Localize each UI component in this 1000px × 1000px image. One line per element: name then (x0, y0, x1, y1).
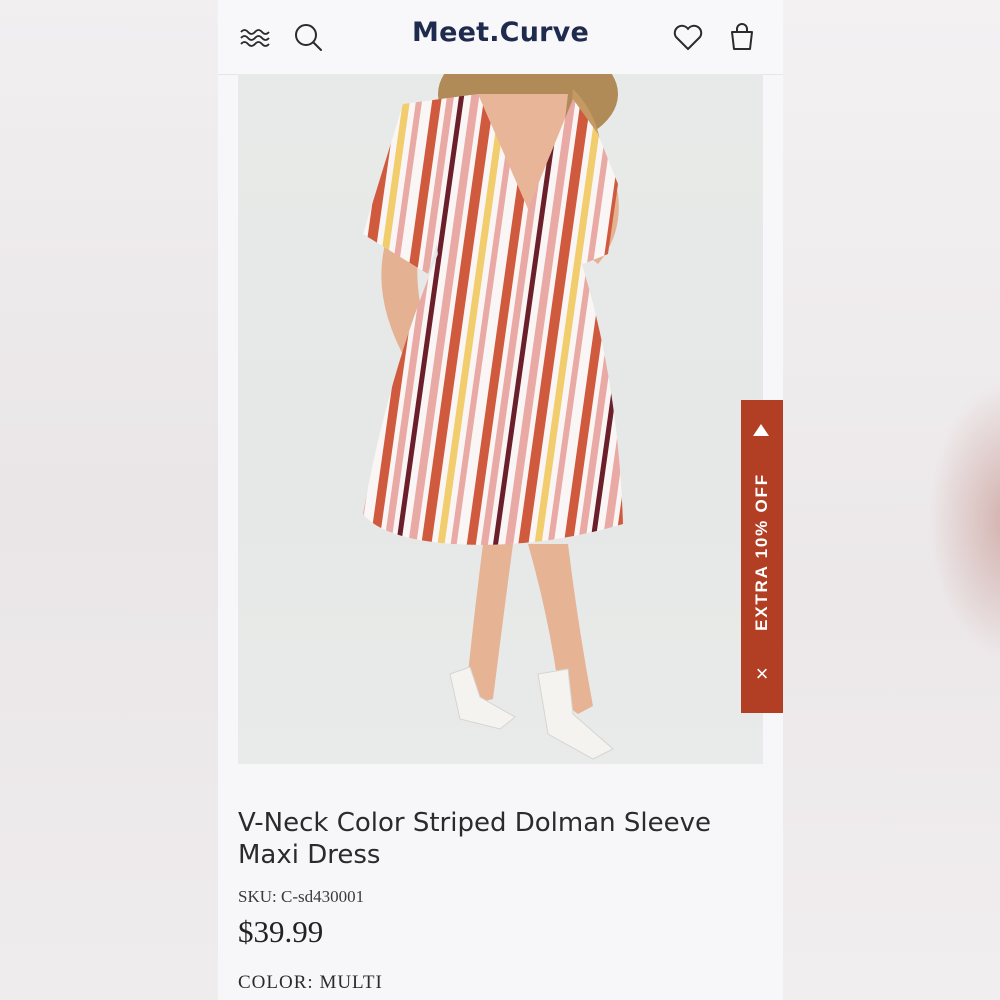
sku-value: C-sd430001 (280, 887, 365, 906)
extra-discount-tab[interactable]: EXTRA 10% OFF × (741, 400, 783, 713)
promo-label[interactable]: EXTRA 10% OFF (752, 473, 772, 631)
top-header: Meet.Curve (218, 0, 783, 75)
blurred-backdrop-left (0, 0, 218, 1000)
mobile-page: Meet.Curve EXTRA 10% OFF × V-Neck Color … (218, 0, 783, 1000)
blurred-backdrop-right (782, 0, 1000, 1000)
close-icon[interactable]: × (752, 663, 772, 685)
sku-label: SKU: (238, 887, 277, 906)
product-sku: SKU: C-sd430001 (238, 887, 364, 907)
color-selector: COLOR: MULTI (238, 972, 383, 994)
wishlist-heart-icon[interactable] (671, 20, 705, 54)
shopping-bag-icon[interactable] (725, 20, 759, 54)
product-price: $39.99 (238, 914, 324, 949)
color-label: COLOR: (238, 972, 314, 993)
color-value: MULTI (319, 972, 383, 993)
expand-arrow-icon[interactable] (753, 424, 769, 436)
product-image[interactable] (238, 74, 763, 764)
model-wearing-striped-dress (363, 74, 623, 760)
product-title: V-Neck Color Striped Dolman Sleeve Maxi … (238, 808, 711, 870)
